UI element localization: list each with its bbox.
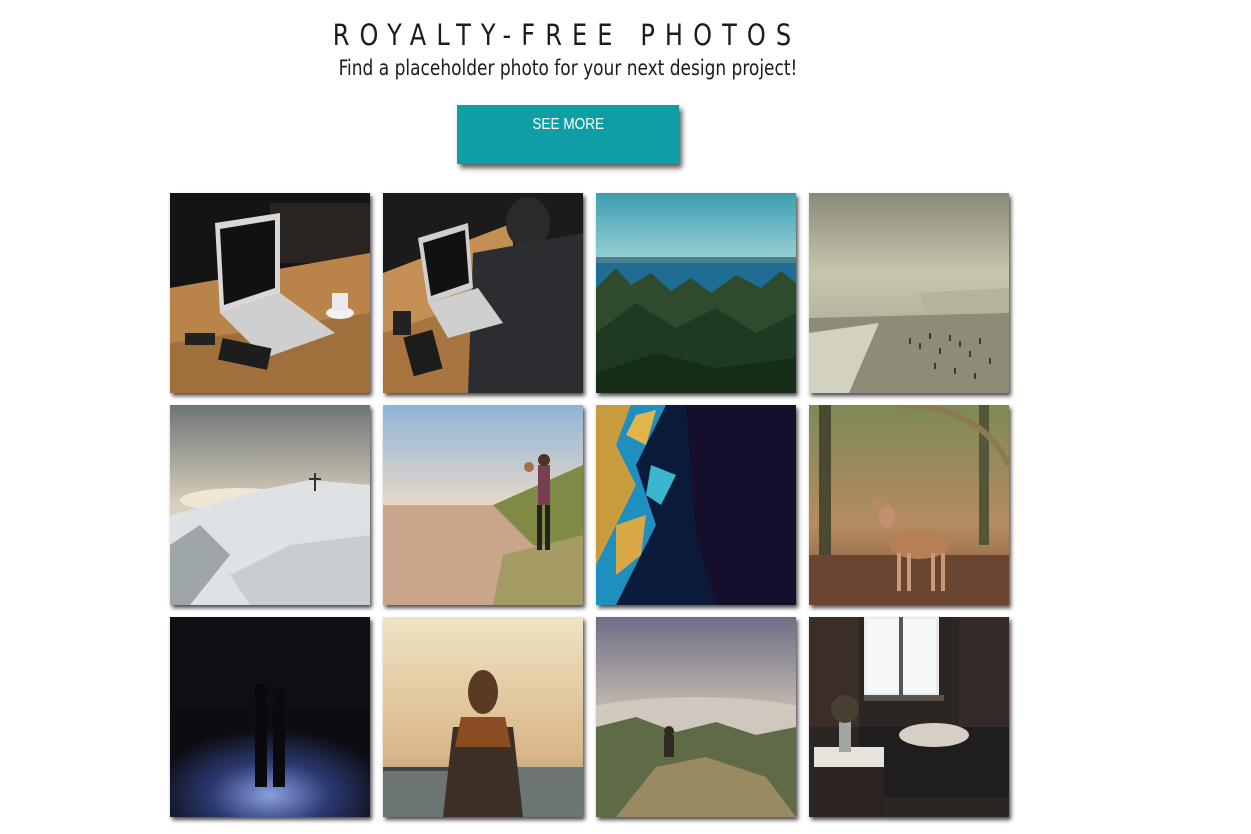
sofa-reading-image (809, 617, 1009, 817)
gallery-photo-night-rain[interactable] (170, 617, 370, 817)
snowy-mountain-image (170, 405, 370, 605)
misty-cliff-image (596, 617, 796, 817)
see-more-button-label: SEE MORE (532, 116, 604, 133)
gallery-photo-beach-walk[interactable] (383, 405, 583, 605)
gallery-photo-person-typing[interactable] (383, 193, 583, 393)
page-subtitle: Find a placeholder photo for your next d… (338, 56, 798, 80)
gallery-photo-laptop-desk[interactable] (170, 193, 370, 393)
forest-sea-image (596, 193, 796, 393)
page: ROYALTY-FREE PHOTOS Find a placeholder p… (0, 0, 1251, 834)
see-more-button[interactable]: SEE MORE (457, 105, 679, 164)
foggy-beach-image (809, 193, 1009, 393)
laptop-desk-image (170, 193, 370, 393)
gallery-photo-forest-sea[interactable] (596, 193, 796, 393)
gallery-photo-snowy-mountain[interactable] (170, 405, 370, 605)
photo-gallery (170, 193, 1022, 817)
deer-forest-image (809, 405, 1009, 605)
gallery-photo-foggy-beach[interactable] (809, 193, 1009, 393)
gallery-photo-sofa-reading[interactable] (809, 617, 1009, 817)
gallery-photo-misty-cliff[interactable] (596, 617, 796, 817)
person-sea-image (383, 617, 583, 817)
beach-walk-image (383, 405, 583, 605)
person-typing-image (383, 193, 583, 393)
aerial-ocean-image (596, 405, 796, 605)
gallery-photo-person-sea[interactable] (383, 617, 583, 817)
gallery-photo-deer-forest[interactable] (809, 405, 1009, 605)
gallery-photo-aerial-ocean[interactable] (596, 405, 796, 605)
night-rain-image (170, 617, 370, 817)
page-title: ROYALTY-FREE PHOTOS (332, 18, 802, 52)
